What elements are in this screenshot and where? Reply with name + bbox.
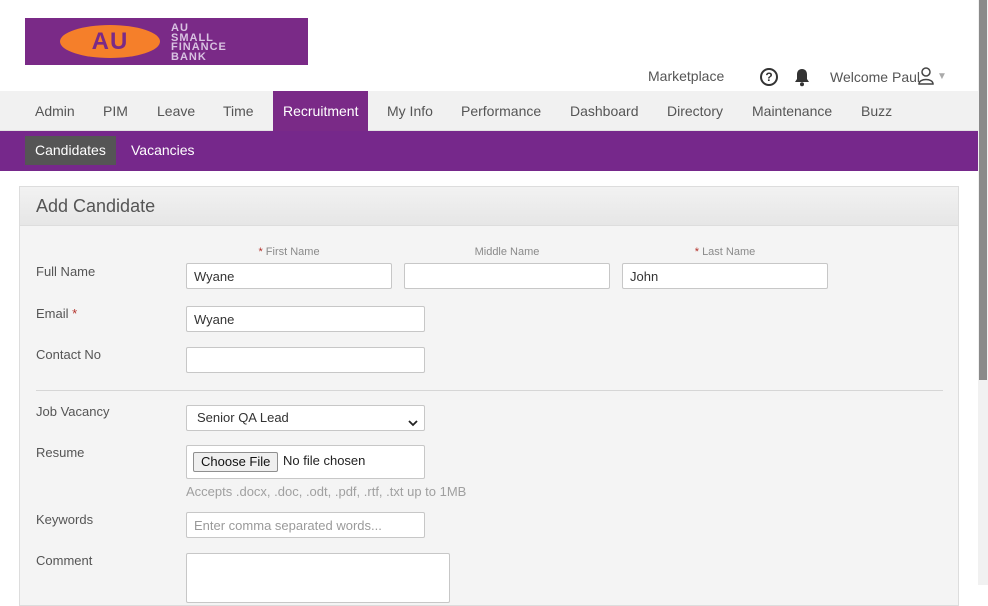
nav-item-performance[interactable]: Performance	[451, 91, 551, 131]
nav-item-pim[interactable]: PIM	[93, 91, 138, 131]
contact-no-label: Contact No	[36, 347, 102, 362]
required-mark: *	[694, 246, 699, 258]
nav-item-time[interactable]: Time	[213, 91, 264, 131]
caret-down-icon[interactable]: ▼	[937, 71, 947, 82]
panel-title: Add Candidate	[20, 187, 958, 226]
job-vacancy-label: Job Vacancy	[36, 404, 110, 419]
marketplace-link[interactable]: Marketplace	[648, 68, 724, 84]
nav-item-leave[interactable]: Leave	[147, 91, 205, 131]
sub-nav: Candidates Vacancies	[0, 131, 978, 171]
scrollbar-thumb[interactable]	[979, 0, 987, 380]
nav-item-maintenance[interactable]: Maintenance	[742, 91, 842, 131]
user-icon[interactable]	[918, 67, 934, 85]
middle-name-input[interactable]	[404, 263, 610, 289]
email-label-text: Email	[36, 306, 69, 321]
resume-hint: Accepts .docx, .doc, .odt, .pdf, .rtf, .…	[186, 484, 467, 499]
nav-item-dashboard[interactable]: Dashboard	[560, 91, 649, 131]
subnav-item-vacancies[interactable]: Vacancies	[121, 136, 205, 165]
resume-label: Resume	[36, 445, 85, 460]
contact-no-input[interactable]	[186, 347, 425, 373]
keywords-label: Keywords	[36, 512, 94, 527]
comment-textarea[interactable]	[186, 553, 450, 603]
last-name-input[interactable]	[622, 263, 828, 289]
logo-line: BANK	[171, 50, 207, 63]
last-name-label: * Last Name	[622, 246, 828, 258]
top-links: Marketplace ? Welcome Paul ▼	[0, 65, 978, 89]
logo-mark: AU	[60, 25, 160, 58]
required-mark: *	[258, 246, 263, 258]
page-scrollbar[interactable]	[978, 0, 988, 585]
nav-item-buzz[interactable]: Buzz	[851, 91, 902, 131]
first-name-input[interactable]	[186, 263, 392, 289]
bank-logo[interactable]: AU AU SMALL FINANCE BANK	[25, 18, 308, 65]
header: AU AU SMALL FINANCE BANK Marketplace ? W…	[0, 0, 978, 91]
section-divider	[36, 390, 943, 391]
nav-item-my-info[interactable]: My Info	[377, 91, 443, 131]
help-circle-icon[interactable]: ?	[760, 68, 778, 86]
no-file-chosen-text: No file chosen	[283, 453, 366, 468]
first-name-label: * First Name	[186, 246, 392, 258]
full-name-label: Full Name	[36, 264, 96, 279]
choose-file-button[interactable]: Choose File	[193, 452, 279, 472]
nav-item-admin[interactable]: Admin	[25, 91, 85, 131]
nav-item-directory[interactable]: Directory	[657, 91, 733, 131]
nav-item-recruitment[interactable]: Recruitment	[273, 91, 368, 131]
chevron-down-icon	[408, 412, 418, 427]
job-vacancy-value: Senior QA Lead	[197, 410, 289, 425]
last-name-label-text: Last Name	[702, 246, 756, 258]
keywords-input[interactable]	[186, 512, 425, 538]
logo-text: AU SMALL FINANCE BANK	[171, 23, 291, 63]
email-label: Email *	[36, 306, 77, 321]
welcome-user-menu[interactable]: Welcome Paul	[830, 69, 920, 85]
comment-label: Comment	[36, 553, 93, 568]
middle-name-label: Middle Name	[474, 246, 540, 258]
first-name-label-text: First Name	[265, 246, 320, 258]
required-mark: *	[72, 306, 78, 321]
email-input[interactable]	[186, 306, 425, 332]
subnav-item-candidates[interactable]: Candidates	[25, 136, 116, 165]
job-vacancy-select[interactable]: Senior QA Lead	[186, 405, 425, 431]
bell-icon[interactable]	[793, 67, 811, 87]
resume-file-input: Choose File No file chosen	[186, 445, 425, 479]
main-nav: Admin PIM Leave Time Recruitment My Info…	[0, 91, 978, 131]
add-candidate-panel: Add Candidate * First Name Middle Name *…	[19, 186, 959, 606]
